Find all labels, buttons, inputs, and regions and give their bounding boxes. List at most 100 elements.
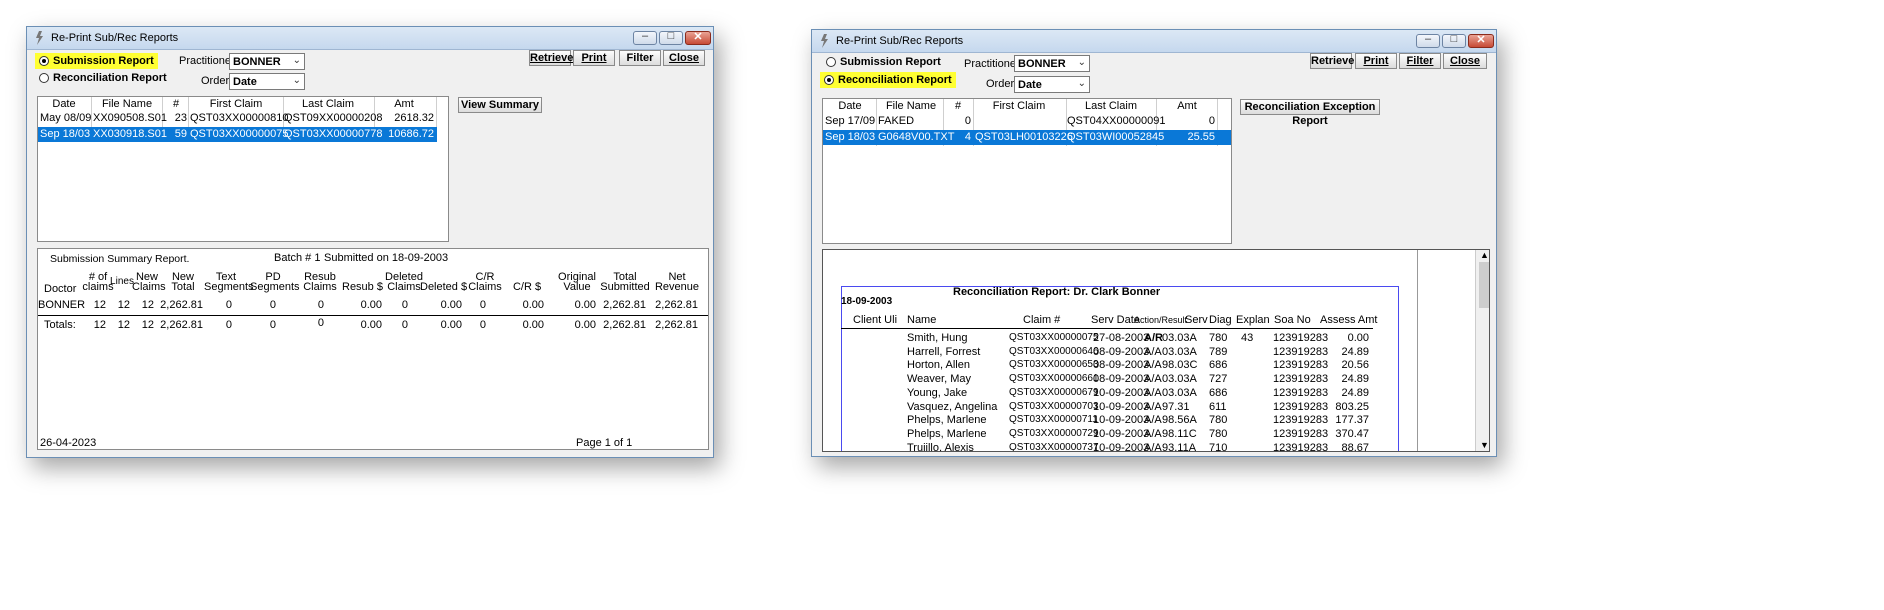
close-button[interactable]: Close xyxy=(663,50,705,66)
recon-cell-claim: QST03XX00000075 xyxy=(1009,332,1099,343)
recon-cell-date: 10-09-2003 xyxy=(1093,427,1150,440)
recon-cell-amt: 24.89 xyxy=(1341,373,1369,386)
grid-row[interactable]: Sep 17/09 FAKED 0 QST04XX00000091 0 xyxy=(823,114,1231,129)
report-title: Submission Summary Report. xyxy=(50,253,190,265)
recon-cell-claim: QST03XX00000737 xyxy=(1009,441,1099,452)
print-button[interactable]: Print xyxy=(573,50,615,66)
col-header[interactable]: # xyxy=(945,100,971,112)
right-window: Re-Print Sub/Rec Reports – □ ✕ Submissio… xyxy=(811,29,1497,457)
col-header[interactable]: File Name xyxy=(92,98,162,110)
maximize-icon: □ xyxy=(667,30,675,42)
filter-button[interactable]: Filter xyxy=(619,50,661,66)
radio-submission-report[interactable]: Submission Report xyxy=(35,53,158,69)
recon-cell-diag: 789 xyxy=(1209,345,1228,358)
col-header[interactable]: Date xyxy=(38,98,90,110)
minimize-button[interactable]: – xyxy=(633,30,657,45)
recon-cell-date: 10-09-2003 xyxy=(1093,441,1150,452)
recon-cell-soa: 123919283 xyxy=(1273,427,1329,440)
print-button[interactable]: Print xyxy=(1355,53,1397,69)
col-header[interactable]: File Name xyxy=(879,100,943,112)
chevron-down-icon: ⌄ xyxy=(1077,78,1086,89)
grid-row[interactable]: May 08/09 XX090508.S01 23 QST03XX0000081… xyxy=(38,111,437,126)
recon-cell-ar: A/A xyxy=(1144,373,1162,386)
radio-label: Submission Report xyxy=(53,55,154,67)
recon-cell-date: 10-09-2003 xyxy=(1093,400,1150,413)
order-select[interactable]: Date ⌄ xyxy=(229,73,305,90)
recon-cell-diag: 686 xyxy=(1209,359,1228,372)
order-label: Order: xyxy=(201,75,233,87)
maximize-button[interactable]: □ xyxy=(1442,33,1466,48)
recon-cell-diag: 780 xyxy=(1209,332,1228,344)
radio-selected-icon xyxy=(824,75,834,85)
radio-reconciliation-report[interactable]: Reconciliation Report xyxy=(820,72,956,88)
retrieve-button[interactable]: Retrieve xyxy=(1310,53,1354,69)
radio-unselected-icon xyxy=(39,73,49,83)
title-bar[interactable]: Re-Print Sub/Rec Reports – □ ✕ xyxy=(812,30,1496,53)
order-select[interactable]: Date ⌄ xyxy=(1014,76,1090,93)
minimize-button[interactable]: – xyxy=(1416,33,1440,48)
recon-cell-amt: 24.89 xyxy=(1341,345,1369,358)
radio-label: Reconciliation Report xyxy=(838,74,952,86)
radio-reconciliation-report[interactable]: Reconciliation Report xyxy=(39,70,167,86)
col-header[interactable]: Date xyxy=(823,100,877,112)
recon-cell-soa: 123919283 xyxy=(1273,414,1329,427)
reconciliation-report-viewer: Reconciliation Report: Dr. Clark Bonner … xyxy=(822,249,1490,452)
window-title: Re-Print Sub/Rec Reports xyxy=(836,35,964,47)
col-header[interactable]: # xyxy=(164,98,188,110)
radio-submission-report[interactable]: Submission Report xyxy=(826,54,941,70)
radio-unselected-icon xyxy=(826,57,836,67)
recon-cell-serv: 98.03C xyxy=(1162,359,1198,372)
reconciliation-exception-report-button[interactable]: Reconciliation Exception Report xyxy=(1240,99,1380,127)
col-header[interactable]: First Claim xyxy=(973,100,1065,112)
recon-cell-claim: QST03XX00000711 xyxy=(1009,414,1098,426)
scroll-up-icon[interactable]: ▲ xyxy=(1480,250,1489,260)
recon-cell-name: Weaver, May xyxy=(907,373,971,386)
files-grid[interactable]: Date File Name # First Claim Last Claim … xyxy=(822,98,1232,244)
recon-cell-claim: QST03XX00000646 xyxy=(1009,345,1099,357)
recon-cell-serv: 98.56A xyxy=(1162,414,1197,427)
recon-cell-ar: A/A xyxy=(1144,359,1162,372)
vertical-scrollbar[interactable]: ▲ ▼ xyxy=(1475,250,1489,451)
col-header[interactable]: Last Claim xyxy=(1067,100,1155,112)
order-label: Order: xyxy=(986,78,1018,90)
recon-cell-name: Horton, Allen xyxy=(907,359,970,372)
grid-row-selected[interactable]: Sep 18/03 G0648V00.TXT 4 QST03LH00103226… xyxy=(823,130,1231,145)
title-bar[interactable]: Re-Print Sub/Rec Reports – □ ✕ xyxy=(27,27,713,50)
recon-cell-ar: A/A xyxy=(1144,345,1162,358)
submission-summary-report: Submission Summary Report. Batch # 1 Sub… xyxy=(37,248,709,450)
close-window-button[interactable]: ✕ xyxy=(1468,34,1494,48)
recon-cell-ar: A/A xyxy=(1144,427,1162,440)
practitioner-select[interactable]: BONNER ⌄ xyxy=(229,53,305,70)
maximize-button[interactable]: □ xyxy=(659,30,683,45)
window-title: Re-Print Sub/Rec Reports xyxy=(51,32,179,44)
grid-row-selected[interactable]: Sep 18/03 XX030918.S01 59 QST03XX0000007… xyxy=(38,127,437,142)
recon-cell-amt: 177.37 xyxy=(1335,414,1369,427)
recon-cell-serv: 03.03A xyxy=(1162,332,1197,344)
scroll-thumb[interactable] xyxy=(1479,262,1489,308)
recon-cell-amt: 88.67 xyxy=(1341,441,1369,452)
recon-cell-name: Smith, Hung xyxy=(907,332,968,344)
retrieve-button[interactable]: Retrieve xyxy=(529,50,573,66)
recon-cell-serv: 97.31 xyxy=(1162,400,1190,413)
close-window-button[interactable]: ✕ xyxy=(685,31,711,45)
practitioner-select[interactable]: BONNER ⌄ xyxy=(1014,55,1090,72)
minimize-icon: – xyxy=(641,30,649,42)
recon-cell-ar: A/R xyxy=(1144,332,1163,344)
col-header[interactable]: Amt xyxy=(374,98,434,110)
col-header[interactable]: Last Claim xyxy=(284,98,372,110)
recon-cell-serv: 03.03A xyxy=(1162,345,1197,358)
recon-cell-soa: 123919283 xyxy=(1273,332,1329,344)
close-button[interactable]: Close xyxy=(1443,53,1487,69)
recon-cell-date: 27-08-2003 xyxy=(1093,332,1150,344)
col-header[interactable]: Amt xyxy=(1157,100,1217,112)
recon-cell-amt: 20.56 xyxy=(1341,359,1369,372)
col-header[interactable]: First Claim xyxy=(190,98,282,110)
recon-cell-claim: QST03XX00000653 xyxy=(1009,359,1099,371)
filter-button[interactable]: Filter xyxy=(1399,53,1441,69)
files-grid[interactable]: Date File Name # First Claim Last Claim … xyxy=(37,96,449,242)
scroll-down-icon[interactable]: ▼ xyxy=(1480,440,1489,450)
recon-cell-name: Trujillo, Alexis xyxy=(907,441,974,452)
recon-cell-serv: 98.11C xyxy=(1162,427,1197,440)
recon-cell-amt: 370.47 xyxy=(1335,427,1369,440)
view-summary-button[interactable]: View Summary xyxy=(458,97,542,113)
